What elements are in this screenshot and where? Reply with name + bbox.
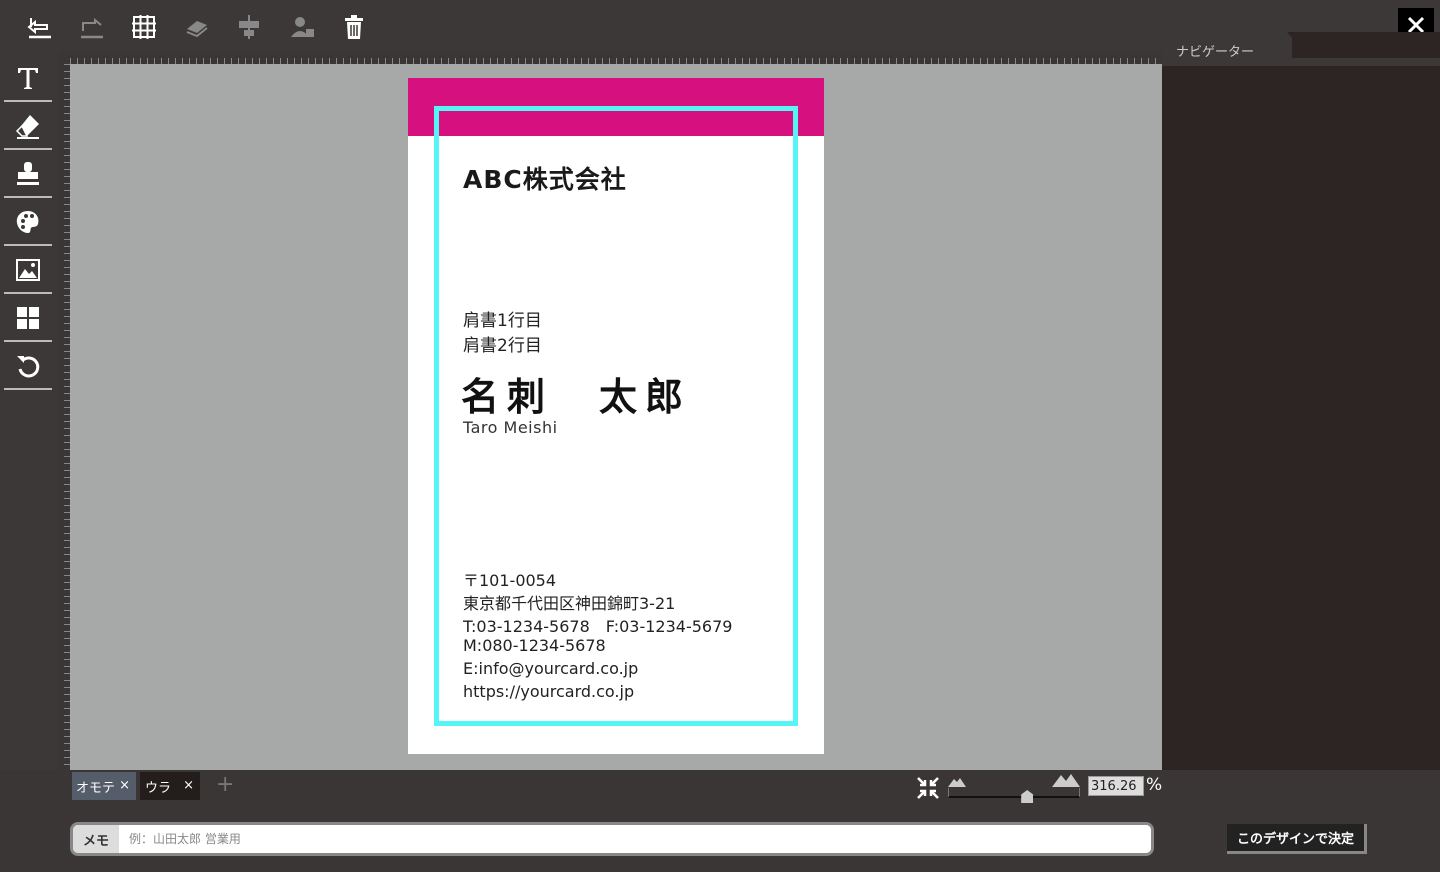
image-icon [16, 259, 40, 281]
title-line-1-text[interactable]: 肩書1行目 [463, 306, 542, 331]
reset-tool-button[interactable] [4, 344, 52, 390]
eraser-icon [15, 115, 39, 139]
title-line-2-text[interactable]: 肩書2行目 [463, 331, 542, 356]
reset-icon [17, 356, 40, 378]
zoom-value-input[interactable] [1088, 776, 1144, 796]
user-layer-icon [291, 17, 314, 37]
navigator-panel: ナビゲーター [1162, 32, 1440, 770]
text-icon [18, 68, 38, 89]
delete-button[interactable] [337, 10, 371, 44]
memo-bar: メモ このデザインで決定 [0, 804, 1440, 872]
memo-input[interactable] [121, 825, 1151, 853]
url-text[interactable]: https://yourcard.co.jp [463, 682, 634, 701]
memo-field-wrapper: メモ [70, 822, 1154, 856]
navigator-tab-strip [1292, 58, 1440, 66]
align-icon [239, 15, 259, 39]
tab-back-close-icon[interactable]: × [183, 778, 194, 793]
stamp-icon [17, 162, 39, 185]
eraser-tool-button[interactable] [4, 104, 52, 150]
layer-send-back-icon [186, 21, 208, 38]
tab-front-side[interactable]: オモテ × [72, 772, 136, 800]
color-tool-button[interactable] [4, 200, 52, 246]
tab-front-close-icon[interactable]: × [119, 778, 130, 793]
email-text[interactable]: E:info@yourcard.co.jp [463, 659, 638, 678]
page-tabs-bar: オモテ × ウラ × + % [0, 770, 1440, 804]
align-button[interactable] [232, 10, 266, 44]
tab-back-label: ウラ [145, 780, 172, 796]
palette-icon [16, 211, 39, 233]
template-icon [17, 307, 39, 329]
phone-fax-text[interactable]: T:03-1234-5678 F:03-1234-5679 [463, 613, 732, 637]
grid-button[interactable] [127, 10, 161, 44]
horizontal-ruler [70, 52, 1162, 64]
address-text[interactable]: 東京都千代田区神田錦町3-21 [463, 590, 675, 614]
image-tool-button[interactable] [4, 248, 52, 294]
zoom-in-mountain-icon[interactable] [1052, 773, 1080, 787]
send-back-button[interactable] [180, 10, 214, 44]
card-top-band[interactable] [408, 78, 824, 136]
company-name-text[interactable]: ABC株式会社 [463, 160, 627, 196]
vertical-ruler [58, 64, 70, 770]
mobile-text[interactable]: M:080-1234-5678 [463, 636, 606, 655]
zoom-unit-label: % [1146, 775, 1163, 795]
fit-to-screen-icon[interactable] [916, 776, 940, 800]
zoom-slider-track[interactable] [948, 788, 1080, 798]
stamp-tool-button[interactable] [4, 152, 52, 198]
grid-icon [132, 15, 156, 39]
person-name-text[interactable]: 名刺 太郎 [461, 366, 691, 421]
tab-back-side[interactable]: ウラ × [140, 772, 200, 800]
zoom-out-mountain-icon[interactable] [948, 777, 966, 787]
template-tool-button[interactable] [4, 296, 52, 342]
postal-code-text[interactable]: 〒101-0054 [463, 567, 556, 591]
redo-icon [81, 17, 103, 39]
undo-icon [27, 18, 51, 39]
tool-panel [0, 52, 58, 770]
add-page-button[interactable]: + [216, 772, 234, 797]
user-layer-button[interactable] [285, 10, 319, 44]
business-card[interactable]: ABC株式会社 肩書1行目 肩書2行目 名刺 太郎 Taro Meishi 〒1… [408, 78, 824, 754]
trash-icon [345, 15, 363, 39]
tab-front-label: オモテ [76, 780, 116, 796]
text-tool-button[interactable] [4, 56, 52, 102]
design-canvas[interactable]: ABC株式会社 肩書1行目 肩書2行目 名刺 太郎 Taro Meishi 〒1… [70, 64, 1162, 770]
memo-label: メモ [73, 825, 119, 853]
undo-button[interactable] [22, 10, 56, 44]
redo-button[interactable] [74, 10, 108, 44]
person-romaji-text[interactable]: Taro Meishi [463, 418, 558, 437]
navigator-label: ナビゲーター [1176, 45, 1255, 60]
confirm-design-button[interactable]: このデザインで決定 [1227, 824, 1367, 854]
